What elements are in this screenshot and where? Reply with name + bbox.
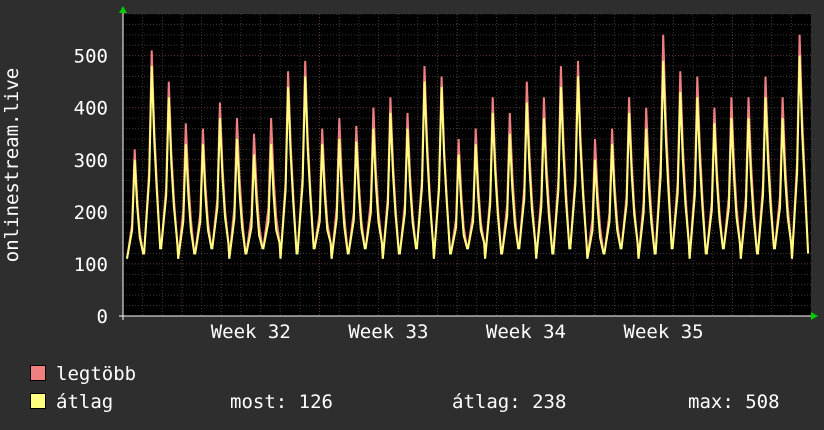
y-tick-label: 0: [97, 306, 108, 328]
x-tick-label: Week 35: [624, 321, 704, 343]
x-tick-labels: Week 32 Week 33 Week 34 Week 35: [211, 321, 704, 343]
x-tick-label: Week 34: [486, 321, 566, 343]
legend-label-max: legtöbb: [56, 363, 137, 385]
y-tick-label: 400: [74, 98, 108, 120]
y-tick-label: 100: [74, 254, 108, 276]
x-axis-arrow: [811, 312, 818, 320]
y-tick-label: 300: [74, 150, 108, 172]
x-tick-label: Week 33: [348, 321, 428, 343]
stat-current: most: 126: [230, 391, 333, 413]
y-tick-label: 200: [74, 202, 108, 224]
x-tick-label: Week 32: [211, 321, 291, 343]
stat-maximum: max: 508: [688, 391, 780, 413]
legend-item-avg: átlag: [30, 391, 113, 413]
y-tick-labels: 0 100 200 300 400 500: [74, 46, 108, 328]
legend-swatch-max: [30, 365, 46, 381]
y-tick-label: 500: [74, 46, 108, 68]
stat-average: átlag: 238: [452, 391, 567, 413]
legend-swatch-avg: [30, 393, 46, 409]
plot-area: [123, 14, 811, 316]
y-axis-arrow: [119, 6, 127, 13]
chart: 0100200300400500 Week 32 Week 33 Week 34 We…: [1, 6, 818, 343]
legend-label-avg: átlag: [56, 391, 114, 413]
legend-item-max: legtöbb: [30, 363, 136, 385]
y-axis-label: onlinestream.live: [1, 68, 23, 262]
